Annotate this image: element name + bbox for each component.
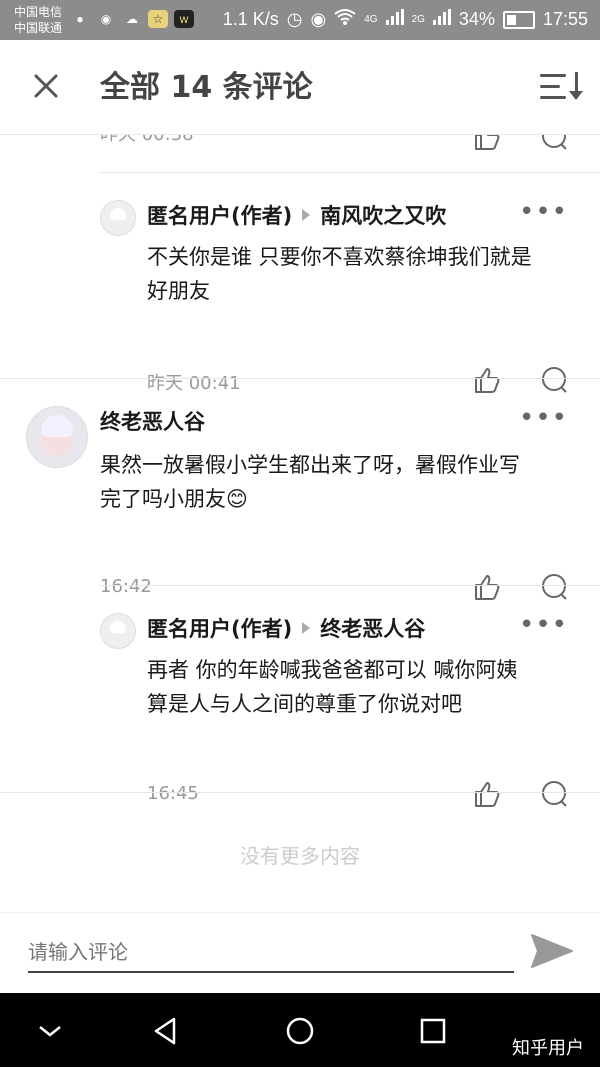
reply-to-user[interactable]: 终老恶人谷 bbox=[320, 617, 425, 641]
chevron-down-icon[interactable] bbox=[32, 1013, 68, 1049]
clock: 17:55 bbox=[542, 9, 588, 29]
page-title: 全部 14 条评论 bbox=[100, 70, 313, 105]
anonymous-avatar[interactable] bbox=[100, 613, 136, 649]
status-bar: 中国电信 中国联通 ● ◉ ☁ ☆ w 1.1 K/s ◷ ◉ 4G 2G 34… bbox=[0, 0, 600, 40]
like-icon[interactable] bbox=[472, 365, 502, 395]
like-icon[interactable] bbox=[472, 779, 502, 809]
signal-4g: 4G bbox=[364, 14, 378, 25]
comment-time: 昨天 00:41 bbox=[147, 373, 241, 394]
divider bbox=[0, 792, 600, 793]
browser-icon: ◉ bbox=[100, 12, 112, 26]
cloud-icon: ☁ bbox=[126, 12, 138, 26]
recents-button[interactable] bbox=[415, 1013, 451, 1049]
comment-input-bar bbox=[0, 912, 600, 993]
close-icon bbox=[34, 74, 58, 98]
comment-author-line: 匿名用户(作者) 南风吹之又吹 bbox=[147, 202, 446, 230]
status-right: 1.1 K/s ◷ ◉ 4G 2G 34% 17:55 bbox=[223, 8, 588, 31]
star-app-icon: ☆ bbox=[148, 10, 168, 28]
comment-icon[interactable] bbox=[539, 779, 569, 809]
no-more-content: 没有更多内容 bbox=[240, 844, 360, 868]
divider bbox=[100, 585, 600, 586]
carrier-info: 中国电信 中国联通 bbox=[14, 4, 62, 36]
comment-text-line: 再者 你的年龄喊我爸爸都可以 喊你阿姨 bbox=[147, 658, 518, 682]
comment-text: 再者 你的年龄喊我爸爸都可以 喊你阿姨 算是人与人之间的尊重了你说对吧 bbox=[147, 653, 517, 721]
wechat-icon: ● bbox=[76, 12, 84, 26]
eye-icon: ◉ bbox=[310, 9, 327, 29]
comment-text-line: 不关你是谁 只要你不喜欢蔡徐坤我们就是 bbox=[147, 245, 532, 269]
system-nav-bar bbox=[0, 993, 600, 1067]
comment-icon[interactable] bbox=[539, 365, 569, 395]
sort-line-1 bbox=[540, 74, 566, 77]
sort-button[interactable] bbox=[540, 70, 583, 104]
sort-icon bbox=[569, 72, 583, 100]
comment-text-line: 算是人与人之间的尊重了你说对吧 bbox=[147, 692, 462, 716]
notification-icons: ● ◉ ☁ ☆ w bbox=[70, 10, 194, 28]
more-options-button[interactable]: ••• bbox=[519, 405, 568, 431]
alarm-icon: ◷ bbox=[286, 9, 303, 29]
divider bbox=[100, 172, 600, 173]
send-button[interactable] bbox=[530, 931, 574, 971]
battery-icon bbox=[502, 10, 535, 29]
sort-line-2 bbox=[540, 85, 560, 88]
comment-text-line: 好朋友 bbox=[147, 279, 210, 303]
reply-arrow-icon bbox=[302, 209, 311, 221]
comment-author-line: 匿名用户(作者) 终老恶人谷 bbox=[147, 615, 425, 643]
comment-text-line: 果然一放暑假小学生都出来了呀，暑假作业写 bbox=[100, 453, 520, 477]
user-avatar[interactable] bbox=[26, 406, 88, 468]
signal-2g: 2G bbox=[411, 14, 425, 25]
anonymous-avatar[interactable] bbox=[100, 200, 136, 236]
wifi-icon bbox=[334, 8, 356, 31]
carrier-2: 中国联通 bbox=[14, 21, 63, 35]
divider bbox=[0, 378, 600, 379]
comment-time: 16:42 bbox=[100, 576, 152, 597]
comment-time: 16:45 bbox=[147, 783, 199, 804]
battery-percent: 34% bbox=[458, 9, 495, 29]
carrier-1: 中国电信 bbox=[14, 5, 63, 19]
network-speed: 1.1 K/s bbox=[222, 9, 279, 29]
w-app-icon: w bbox=[174, 10, 194, 28]
close-button[interactable] bbox=[28, 68, 64, 104]
comment-input[interactable] bbox=[28, 933, 514, 973]
signal-icon-2 bbox=[432, 9, 451, 30]
comment-text: 不关你是谁 只要你不喜欢蔡徐坤我们就是 好朋友 bbox=[147, 240, 532, 308]
like-icon[interactable] bbox=[472, 572, 502, 602]
reply-to-user[interactable]: 南风吹之又吹 bbox=[320, 204, 446, 228]
comment-text-line: 完了吗小朋友😊 bbox=[100, 487, 248, 511]
sheet-header: 全部 14 条评论 bbox=[0, 40, 600, 135]
more-options-button[interactable]: ••• bbox=[519, 612, 568, 638]
comment-author[interactable]: 匿名用户(作者) bbox=[147, 204, 292, 228]
reply-arrow-icon bbox=[302, 622, 311, 634]
back-button[interactable] bbox=[148, 1013, 184, 1049]
more-options-button[interactable]: ••• bbox=[519, 199, 568, 225]
comment-author[interactable]: 匿名用户(作者) bbox=[147, 617, 292, 641]
home-button[interactable] bbox=[282, 1013, 318, 1049]
comment-text: 果然一放暑假小学生都出来了呀，暑假作业写 完了吗小朋友😊 bbox=[100, 448, 520, 516]
watermark: 知乎用户 bbox=[512, 1038, 584, 1059]
sort-line-3 bbox=[540, 96, 566, 99]
comment-icon[interactable] bbox=[539, 572, 569, 602]
comment-author[interactable]: 终老恶人谷 bbox=[100, 408, 205, 436]
comments-sheet: 全部 14 条评论 昨天 00:38 匿名用户(作者)南风吹之又吹 ••• 不关… bbox=[0, 40, 600, 993]
signal-icon bbox=[385, 9, 404, 30]
